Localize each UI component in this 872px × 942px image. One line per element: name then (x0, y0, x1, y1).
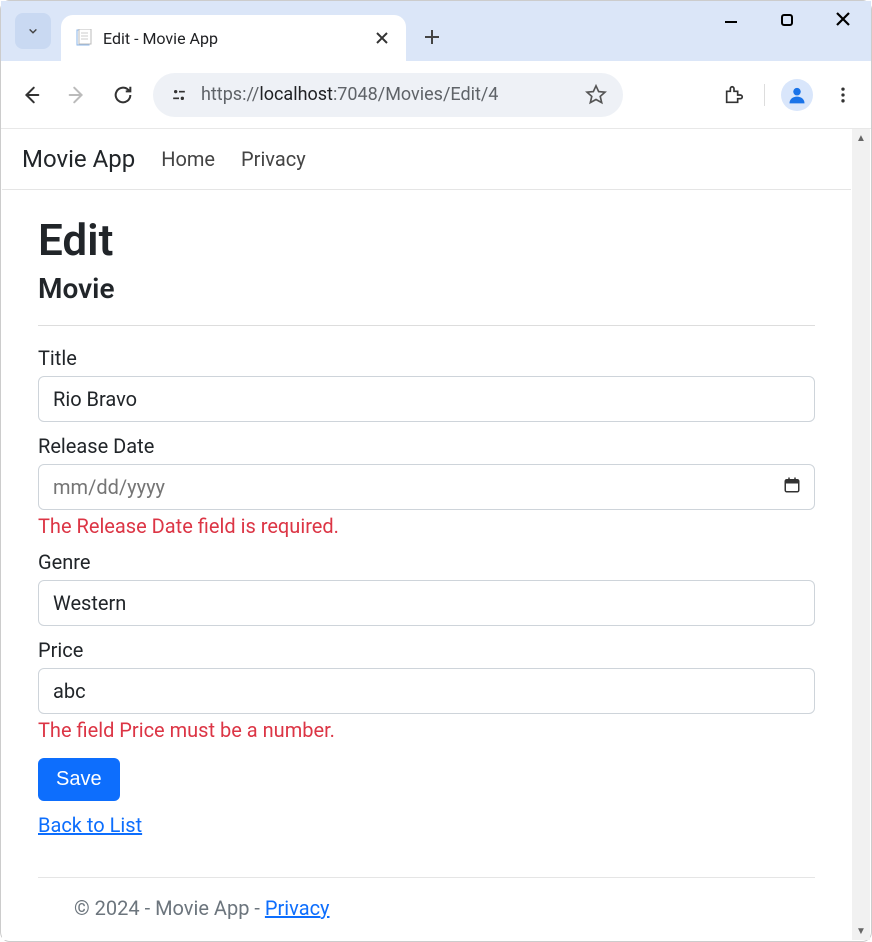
close-icon (376, 32, 388, 44)
extensions-button[interactable] (720, 81, 748, 109)
price-error: The field Price must be a number. (38, 718, 815, 742)
reload-button[interactable] (107, 79, 139, 111)
back-to-list-link[interactable]: Back to List (38, 813, 142, 837)
profile-button[interactable] (781, 79, 813, 111)
nav-privacy[interactable]: Privacy (241, 147, 306, 171)
tab-title: Edit - Movie App (103, 29, 362, 48)
price-input[interactable] (38, 668, 815, 714)
title-input[interactable] (38, 376, 815, 422)
puzzle-icon (723, 84, 745, 106)
window-maximize-button[interactable] (771, 11, 803, 32)
release-date-error: The Release Date field is required. (38, 514, 815, 538)
reload-icon (112, 84, 134, 106)
maximize-icon (780, 13, 794, 27)
page-favicon-icon (75, 29, 93, 47)
forward-button[interactable] (61, 79, 93, 111)
window-minimize-button[interactable] (715, 11, 747, 32)
site-settings-icon (169, 85, 189, 105)
close-icon (835, 11, 851, 27)
site-nav: Movie App Home Privacy (2, 129, 851, 190)
address-bar[interactable]: https://localhost:7048/Movies/Edit/4 (153, 73, 623, 117)
field-title: Title (38, 346, 815, 422)
window-close-button[interactable] (827, 11, 859, 32)
menu-button[interactable] (829, 81, 857, 109)
vertical-scrollbar[interactable]: ▲ ▼ (852, 129, 870, 940)
scroll-down-button[interactable]: ▼ (852, 922, 870, 940)
browser-tab-strip: Edit - Movie App (1, 1, 871, 61)
page-subtitle: Movie (38, 272, 815, 305)
plus-icon (424, 29, 440, 45)
page-title: Edit (38, 214, 815, 266)
field-genre: Genre (38, 550, 815, 626)
price-label: Price (38, 638, 815, 662)
tab-search-button[interactable] (15, 13, 51, 49)
main-content: Edit Movie Title Release Date The Releas… (2, 190, 851, 938)
browser-tab[interactable]: Edit - Movie App (61, 15, 406, 61)
footer-text: © 2024 - Movie App - (74, 896, 265, 920)
divider (38, 325, 815, 326)
kebab-menu-icon (833, 85, 853, 105)
save-button[interactable]: Save (38, 758, 120, 801)
release-date-label: Release Date (38, 434, 815, 458)
title-label: Title (38, 346, 815, 370)
field-release-date: Release Date The Release Date field is r… (38, 434, 815, 538)
scroll-up-button[interactable]: ▲ (852, 129, 870, 147)
arrow-right-icon (66, 84, 88, 106)
toolbar-divider (764, 84, 765, 106)
tab-close-button[interactable] (372, 26, 392, 51)
chevron-down-icon (26, 24, 40, 38)
release-date-input[interactable] (38, 464, 815, 510)
footer-privacy-link[interactable]: Privacy (265, 896, 330, 920)
bookmark-star-icon[interactable] (585, 84, 607, 106)
footer: © 2024 - Movie App - Privacy (38, 877, 815, 938)
new-tab-button[interactable] (414, 19, 450, 55)
browser-toolbar: https://localhost:7048/Movies/Edit/4 (1, 61, 871, 129)
calendar-icon[interactable] (783, 476, 801, 498)
brand-link[interactable]: Movie App (22, 145, 135, 173)
person-icon (787, 85, 807, 105)
url-text: https://localhost:7048/Movies/Edit/4 (201, 84, 573, 105)
arrow-left-icon (20, 84, 42, 106)
back-button[interactable] (15, 79, 47, 111)
field-price: Price The field Price must be a number. (38, 638, 815, 742)
genre-input[interactable] (38, 580, 815, 626)
minimize-icon (723, 11, 739, 27)
nav-home[interactable]: Home (161, 147, 215, 171)
page-viewport: Movie App Home Privacy Edit Movie Title … (2, 129, 851, 940)
genre-label: Genre (38, 550, 815, 574)
